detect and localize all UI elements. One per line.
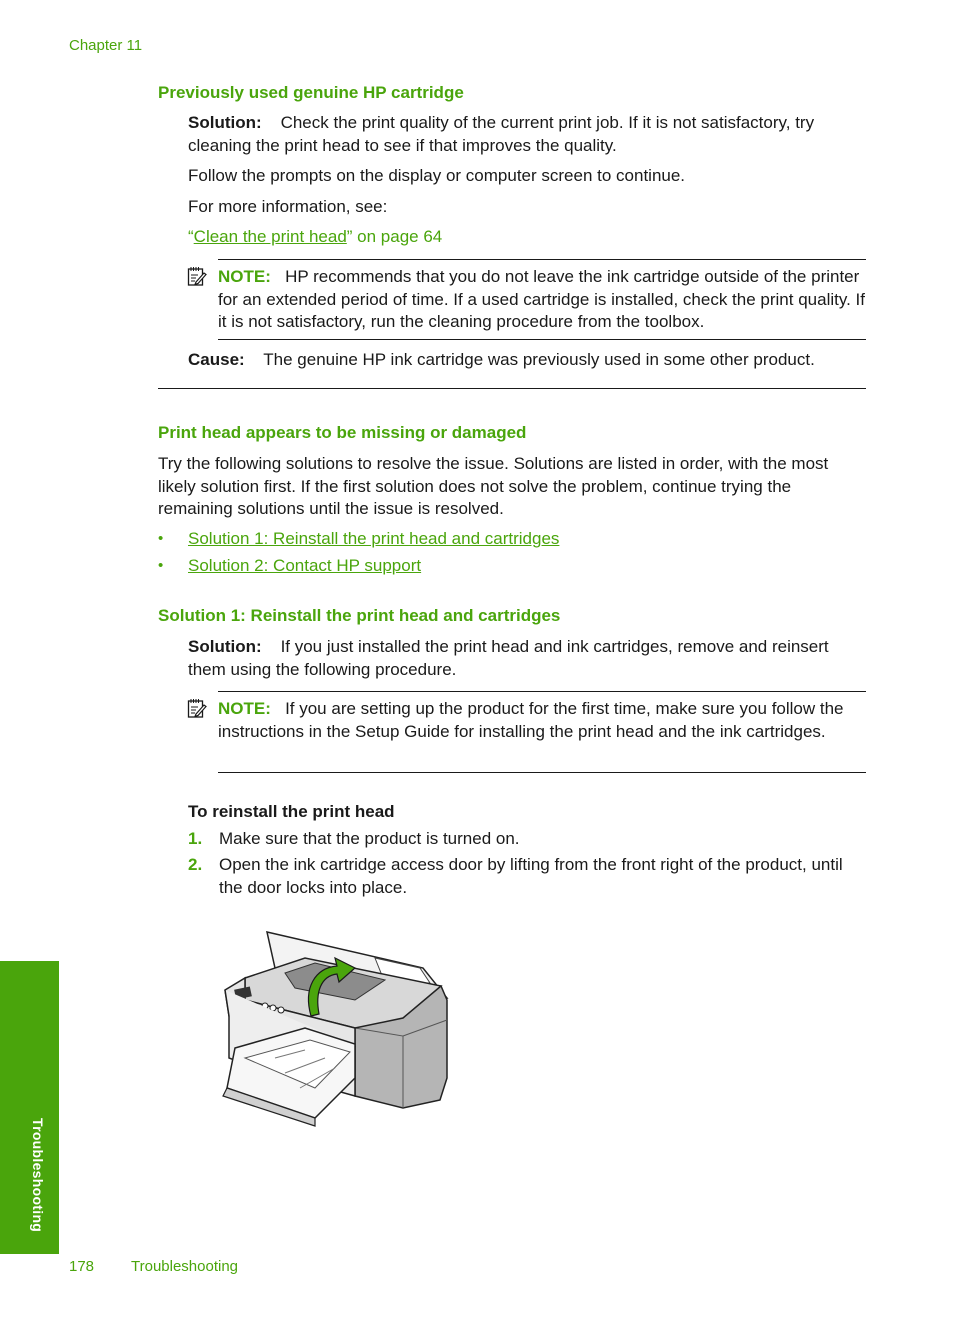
note-icon bbox=[187, 699, 207, 718]
page-number: 178 bbox=[69, 1258, 95, 1275]
procedure-title: To reinstall the print head bbox=[188, 802, 395, 821]
step-number: 2. bbox=[188, 855, 203, 874]
section-divider bbox=[158, 388, 866, 389]
note-bottom-rule bbox=[218, 772, 866, 773]
solution-text: If you just installed the print head and… bbox=[188, 637, 829, 679]
note-icon bbox=[187, 267, 207, 286]
solution-label: Solution: bbox=[188, 113, 262, 132]
cause-label: Cause: bbox=[188, 350, 245, 369]
bullet-icon: • bbox=[158, 530, 164, 547]
step-1-text: Make sure that the product is turned on. bbox=[219, 829, 520, 848]
step-2: 2. bbox=[188, 854, 202, 877]
solution-2-link[interactable]: Solution 2: Contact HP support bbox=[188, 556, 421, 575]
printer-illustration bbox=[222, 931, 449, 1127]
solution-paragraph: Solution: Check the print quality of the… bbox=[188, 112, 868, 157]
solution-text: Check the print quality of the current p… bbox=[188, 113, 815, 155]
note-label: NOTE: bbox=[218, 267, 271, 286]
note-text: HP recommends that you do not leave the … bbox=[218, 267, 865, 331]
note-text: If you are setting up the product for th… bbox=[218, 699, 844, 741]
follow-prompts-text: Follow the prompts on the display or com… bbox=[188, 166, 686, 185]
bullet-icon: • bbox=[158, 557, 164, 574]
cause-paragraph: Cause: The genuine HP ink cartridge was … bbox=[188, 349, 878, 372]
section-heading-previously-used: Previously used genuine HP cartridge bbox=[158, 83, 464, 102]
footer-section-title: Troubleshooting bbox=[131, 1258, 239, 1275]
note-paragraph: NOTE: HP recommends that you do not leav… bbox=[218, 266, 868, 334]
section-heading-solution-1: Solution 1: Reinstall the print head and… bbox=[158, 606, 561, 625]
sidebar-label: Troubleshooting bbox=[30, 1118, 46, 1233]
note-top-rule bbox=[218, 259, 866, 260]
clean-print-head-link[interactable]: Clean the print head bbox=[194, 227, 347, 246]
step-1: 1. bbox=[188, 828, 202, 851]
chapter-label: Chapter 11 bbox=[69, 37, 143, 54]
clean-print-head-reference: “Clean the print head” on page 64 bbox=[188, 226, 442, 249]
section-heading-print-head-missing: Print head appears to be missing or dama… bbox=[158, 423, 527, 442]
solution-label: Solution: bbox=[188, 637, 262, 656]
solution-1-link[interactable]: Solution 1: Reinstall the print head and… bbox=[188, 529, 559, 548]
note-paragraph: NOTE: If you are setting up the product … bbox=[218, 698, 868, 743]
page-reference: ” on page 64 bbox=[346, 227, 443, 246]
step-2-text: Open the ink cartridge access door by li… bbox=[219, 855, 843, 897]
note-bottom-rule bbox=[218, 339, 866, 340]
step-number: 1. bbox=[188, 829, 203, 848]
solution-1-paragraph: Solution: If you just installed the prin… bbox=[188, 636, 870, 681]
more-info-text: For more information, see: bbox=[188, 197, 388, 216]
note-top-rule bbox=[218, 691, 866, 692]
note-label: NOTE: bbox=[218, 699, 271, 718]
cause-text: The genuine HP ink cartridge was previou… bbox=[263, 350, 815, 369]
intro-paragraph: Try the following solutions to resolve t… bbox=[158, 454, 829, 518]
